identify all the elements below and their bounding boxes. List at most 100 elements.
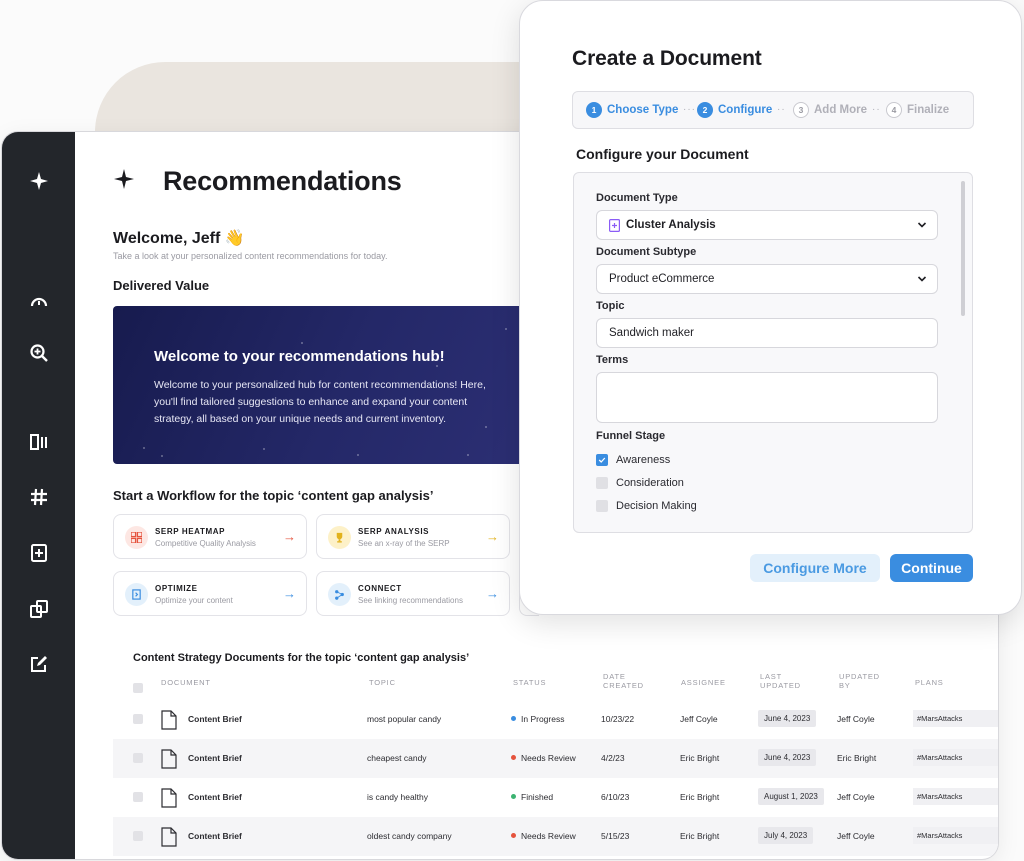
status-dot (511, 716, 516, 721)
trophy-icon (328, 526, 351, 549)
edit-icon[interactable] (26, 651, 52, 677)
updated-by-cell: Jeff Coyle (837, 792, 875, 802)
create-document-modal: Create a Document 1 Choose Type ··· 2 Conf… (519, 0, 1022, 615)
workflow-card-serp-analysis[interactable]: SERP ANALYSIS See an x-ray of the SERP → (316, 514, 510, 559)
checkbox-unchecked[interactable] (596, 477, 608, 489)
updated-by-cell: Jeff Coyle (837, 831, 875, 841)
table-row[interactable]: Content Brief most popular candy In Prog… (113, 700, 998, 739)
document-subtype-value: Product eCommerce (609, 273, 715, 285)
topic-label: Topic (596, 300, 625, 312)
topic-cell: is candy healthy (367, 792, 428, 802)
plans-tag[interactable]: #MarsAttacks (913, 788, 998, 805)
topic-cell: most popular candy (367, 714, 442, 724)
funnel-option-decision-making[interactable]: Decision Making (596, 500, 697, 512)
document-type-label: Document Type (596, 192, 678, 204)
column-header-status[interactable]: STATUS (513, 678, 546, 687)
date-created-cell: 4/2/23 (601, 753, 625, 763)
sparkle-icon (114, 169, 134, 189)
status-dot (511, 794, 516, 799)
welcome-heading: Welcome, Jeff 👋 (113, 230, 245, 247)
row-checkbox[interactable] (133, 831, 143, 841)
delivered-value-heading: Delivered Value (113, 278, 210, 293)
document-icon (161, 827, 177, 847)
document-name[interactable]: Content Brief (188, 831, 242, 841)
row-checkbox[interactable] (133, 753, 143, 763)
hero-text: Welcome to your personalized hub for con… (154, 379, 486, 425)
topic-value: Sandwich maker (609, 327, 695, 339)
document-subtype-select[interactable]: Product eCommerce (596, 264, 938, 294)
last-updated-cell: June 4, 2023 (758, 710, 817, 727)
column-header-date-created[interactable]: DATE CREATED (603, 672, 653, 690)
workflow-card-title: SERP HEATMAP (155, 527, 226, 536)
configure-more-button[interactable]: Configure More (750, 554, 880, 582)
step-choose-type[interactable]: 1 Choose Type (586, 102, 678, 118)
plans-tag[interactable]: #MarsAttacks (913, 710, 998, 727)
form-scrollbar[interactable] (961, 181, 965, 316)
step-add-more[interactable]: 3 Add More (793, 102, 867, 118)
workflow-card-title: SERP ANALYSIS (358, 527, 430, 536)
updated-by-cell: Jeff Coyle (837, 714, 875, 724)
checkbox-checked[interactable] (596, 454, 608, 466)
configure-form: Document Type Cluster Analysis Document … (573, 172, 973, 533)
step-separator: ··· (683, 104, 696, 115)
workflow-card-serp-heatmap[interactable]: SERP HEATMAP Competitive Quality Analysi… (113, 514, 307, 559)
copy-icon[interactable] (26, 596, 52, 622)
hashtag-icon[interactable] (26, 484, 52, 510)
plans-tag[interactable]: #MarsAttacks (913, 749, 998, 766)
workflow-card-subtitle: Competitive Quality Analysis (155, 539, 256, 548)
continue-button[interactable]: Continue (890, 554, 973, 582)
assignee-cell: Eric Bright (680, 831, 720, 841)
document-name[interactable]: Content Brief (188, 714, 242, 724)
columns-icon[interactable] (26, 429, 52, 455)
column-header-document[interactable]: DOCUMENT (161, 678, 211, 687)
column-header-updated-by[interactable]: UPDATED BY (839, 672, 889, 690)
document-add-icon[interactable] (26, 540, 52, 566)
hero-title: Welcome to your recommendations hub! (154, 348, 445, 365)
grid-icon (125, 526, 148, 549)
column-header-last-updated[interactable]: LAST UPDATED (760, 672, 810, 690)
document-name[interactable]: Content Brief (188, 753, 242, 763)
document-icon (161, 749, 177, 769)
document-type-value: Cluster Analysis (626, 219, 716, 231)
document-name[interactable]: Content Brief (188, 792, 242, 802)
step-finalize[interactable]: 4 Finalize (886, 102, 949, 118)
document-type-select[interactable]: Cluster Analysis (596, 210, 938, 240)
column-header-assignee[interactable]: ASSIGNEE (681, 678, 726, 687)
gauge-icon[interactable] (26, 289, 52, 315)
terms-textarea[interactable] (596, 372, 938, 423)
table-row[interactable]: Content Brief cheapest candy Needs Revie… (113, 739, 998, 778)
plans-tag[interactable]: #MarsAttacks (913, 827, 998, 844)
row-checkbox[interactable] (133, 714, 143, 724)
step-configure[interactable]: 2 Configure (697, 102, 772, 118)
workflow-card-subtitle: See an x-ray of the SERP (358, 539, 450, 548)
funnel-option-consideration[interactable]: Consideration (596, 477, 684, 489)
search-zoom-icon[interactable] (26, 340, 52, 366)
recommendations-hero-banner: Welcome to your recommendations hub! Wel… (113, 306, 533, 464)
last-updated-cell: June 4, 2023 (758, 749, 817, 766)
workflow-card-optimize[interactable]: OPTIMIZE Optimize your content → (113, 571, 307, 616)
assignee-cell: Eric Bright (680, 792, 720, 802)
row-checkbox[interactable] (133, 792, 143, 802)
workflow-heading: Start a Workflow for the topic ‘content … (113, 488, 434, 503)
workflow-card-connect[interactable]: CONNECT See linking recommendations → (316, 571, 510, 616)
step-separator: ·· (872, 104, 881, 115)
table-row[interactable]: Content Brief is candy healthy Finished … (113, 778, 998, 817)
workflow-card-title: CONNECT (358, 584, 402, 593)
column-header-topic[interactable]: TOPIC (369, 678, 396, 687)
configure-section-title: Configure your Document (576, 146, 749, 162)
sparkle-icon[interactable] (26, 168, 52, 194)
document-icon (161, 710, 177, 730)
arrow-right-icon: → (486, 586, 499, 601)
modal-title: Create a Document (572, 47, 762, 70)
column-header-plans[interactable]: PLANS (915, 678, 944, 687)
funnel-option-awareness[interactable]: Awareness (596, 454, 670, 466)
checkbox-unchecked[interactable] (596, 500, 608, 512)
table-row[interactable]: Content Brief oldest candy company Needs… (113, 817, 998, 856)
select-all-checkbox[interactable] (133, 683, 143, 693)
document-subtype-label: Document Subtype (596, 246, 697, 258)
funnel-stage-label: Funnel Stage (596, 430, 666, 442)
topic-input[interactable]: Sandwich maker (596, 318, 938, 348)
topic-cell: oldest candy company (367, 831, 452, 841)
optimize-icon (125, 583, 148, 606)
workflow-card-subtitle: See linking recommendations (358, 596, 463, 605)
